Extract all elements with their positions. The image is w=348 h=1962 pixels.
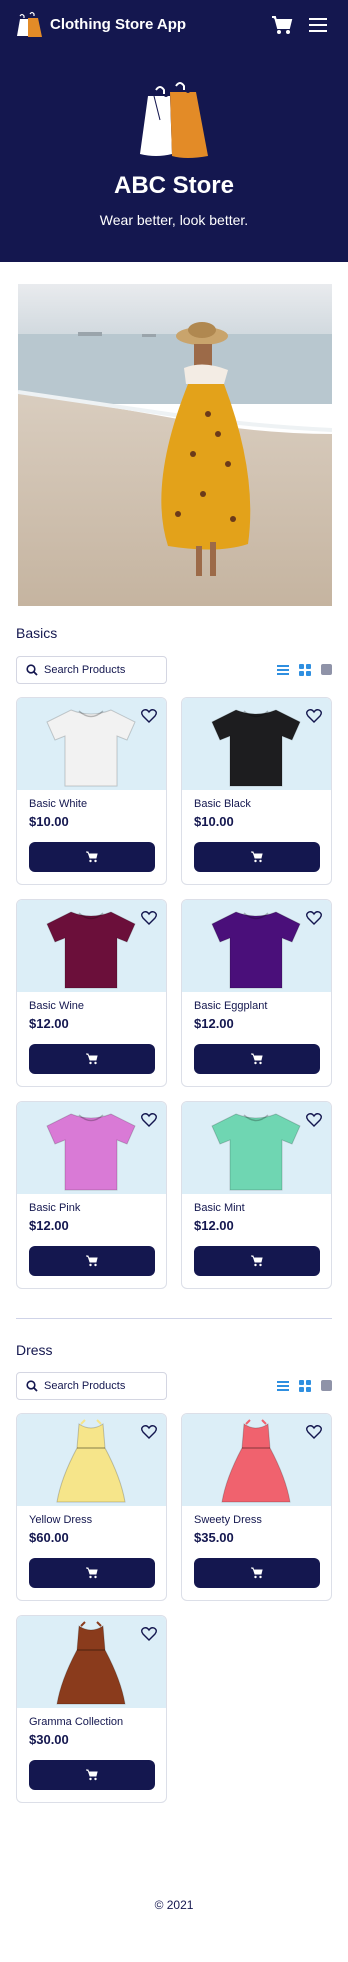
grid-view-icon[interactable] xyxy=(299,1380,311,1392)
section-divider xyxy=(16,1318,332,1319)
cart-icon[interactable] xyxy=(270,14,294,36)
product-price: $10.00 xyxy=(194,814,234,829)
search-input[interactable] xyxy=(44,1377,162,1395)
product-image xyxy=(221,1419,291,1503)
product-image xyxy=(56,1621,126,1705)
list-view-icon[interactable] xyxy=(277,1381,289,1391)
product-image-area[interactable] xyxy=(17,1414,166,1506)
section-title-dress: Dress xyxy=(16,1342,53,1358)
product-image-area[interactable] xyxy=(182,900,331,992)
cart-icon xyxy=(86,1255,98,1267)
product-image xyxy=(46,709,136,787)
product-card[interactable]: Basic Eggplant $12.00 xyxy=(181,899,332,1087)
search-box-dress[interactable] xyxy=(16,1372,167,1400)
product-image-area[interactable] xyxy=(182,1102,331,1194)
store-logo-icon xyxy=(140,82,208,158)
product-name: Basic White xyxy=(29,798,88,810)
store-tagline: Wear better, look better. xyxy=(99,212,249,228)
product-image xyxy=(46,1113,136,1191)
heart-icon[interactable] xyxy=(306,910,322,925)
card-view-icon[interactable] xyxy=(321,1380,332,1391)
card-view-icon[interactable] xyxy=(321,664,332,675)
heart-icon[interactable] xyxy=(306,708,322,723)
store-header: Clothing Store App ABC Store Wear better… xyxy=(0,0,348,262)
search-input[interactable] xyxy=(44,661,162,679)
cart-icon xyxy=(86,1053,98,1065)
product-name: Yellow Dress xyxy=(29,1514,93,1526)
grid-view-icon[interactable] xyxy=(299,664,311,676)
product-price: $12.00 xyxy=(194,1218,234,1233)
product-image xyxy=(211,1113,301,1191)
search-box-basics[interactable] xyxy=(16,656,167,684)
product-card[interactable]: Basic Pink $12.00 xyxy=(16,1101,167,1289)
heart-icon[interactable] xyxy=(141,1112,157,1127)
product-name: Basic Eggplant xyxy=(194,1000,268,1012)
add-to-cart-button[interactable] xyxy=(29,1044,155,1074)
product-card[interactable]: Yellow Dress $60.00 xyxy=(16,1413,167,1601)
hamburger-menu-icon[interactable] xyxy=(308,16,328,34)
heart-icon[interactable] xyxy=(141,708,157,723)
list-view-icon[interactable] xyxy=(277,665,289,675)
product-card[interactable]: Gramma Collection $30.00 xyxy=(16,1615,167,1803)
product-price: $12.00 xyxy=(29,1218,69,1233)
add-to-cart-button[interactable] xyxy=(194,1246,320,1276)
product-price: $35.00 xyxy=(194,1530,234,1545)
store-name: ABC Store xyxy=(113,172,234,199)
product-image-area[interactable] xyxy=(17,698,166,790)
product-card[interactable]: Sweety Dress $35.00 xyxy=(181,1413,332,1601)
section-title-basics: Basics xyxy=(16,625,58,641)
product-card[interactable]: Basic Wine $12.00 xyxy=(16,899,167,1087)
search-icon xyxy=(26,664,38,676)
product-image xyxy=(211,709,301,787)
product-name: Sweety Dress xyxy=(194,1514,262,1526)
banner-image xyxy=(18,284,332,606)
add-to-cart-button[interactable] xyxy=(29,842,155,872)
search-icon xyxy=(26,1380,38,1392)
product-price: $10.00 xyxy=(29,814,69,829)
add-to-cart-button[interactable] xyxy=(29,1558,155,1588)
product-price: $30.00 xyxy=(29,1732,69,1747)
add-to-cart-button[interactable] xyxy=(194,1044,320,1074)
product-name: Basic Black xyxy=(194,798,251,810)
product-name: Gramma Collection xyxy=(29,1716,124,1728)
product-card[interactable]: Basic Black $10.00 xyxy=(181,697,332,885)
heart-icon[interactable] xyxy=(306,1112,322,1127)
add-to-cart-button[interactable] xyxy=(29,1760,155,1790)
product-price: $60.00 xyxy=(29,1530,69,1545)
cart-icon xyxy=(86,1769,98,1781)
product-image-area[interactable] xyxy=(17,1102,166,1194)
cart-icon xyxy=(251,1567,263,1579)
product-image-area[interactable] xyxy=(17,1616,166,1708)
cart-icon xyxy=(251,1255,263,1267)
heart-icon[interactable] xyxy=(141,1626,157,1641)
product-name: Basic Mint xyxy=(194,1202,245,1214)
cart-icon xyxy=(86,1567,98,1579)
product-card[interactable]: Basic White $10.00 xyxy=(16,697,167,885)
cart-icon xyxy=(251,1053,263,1065)
product-image xyxy=(46,911,136,989)
heart-icon[interactable] xyxy=(141,1424,157,1439)
product-image-area[interactable] xyxy=(182,1414,331,1506)
product-image-area[interactable] xyxy=(182,698,331,790)
add-to-cart-button[interactable] xyxy=(194,1558,320,1588)
footer-copyright: © 2021 xyxy=(154,1898,194,1912)
top-app-bar: Clothing Store App xyxy=(0,0,348,50)
cart-icon xyxy=(251,851,263,863)
product-name: Basic Pink xyxy=(29,1202,81,1214)
product-price: $12.00 xyxy=(29,1016,69,1031)
product-image xyxy=(211,911,301,989)
product-image xyxy=(56,1419,126,1503)
cart-icon xyxy=(86,851,98,863)
heart-icon[interactable] xyxy=(306,1424,322,1439)
app-title: Clothing Store App xyxy=(50,16,187,33)
product-name: Basic Wine xyxy=(29,1000,85,1012)
app-logo-icon[interactable] xyxy=(14,10,44,40)
add-to-cart-button[interactable] xyxy=(29,1246,155,1276)
product-card[interactable]: Basic Mint $12.00 xyxy=(181,1101,332,1289)
add-to-cart-button[interactable] xyxy=(194,842,320,872)
heart-icon[interactable] xyxy=(141,910,157,925)
product-image-area[interactable] xyxy=(17,900,166,992)
product-price: $12.00 xyxy=(194,1016,234,1031)
